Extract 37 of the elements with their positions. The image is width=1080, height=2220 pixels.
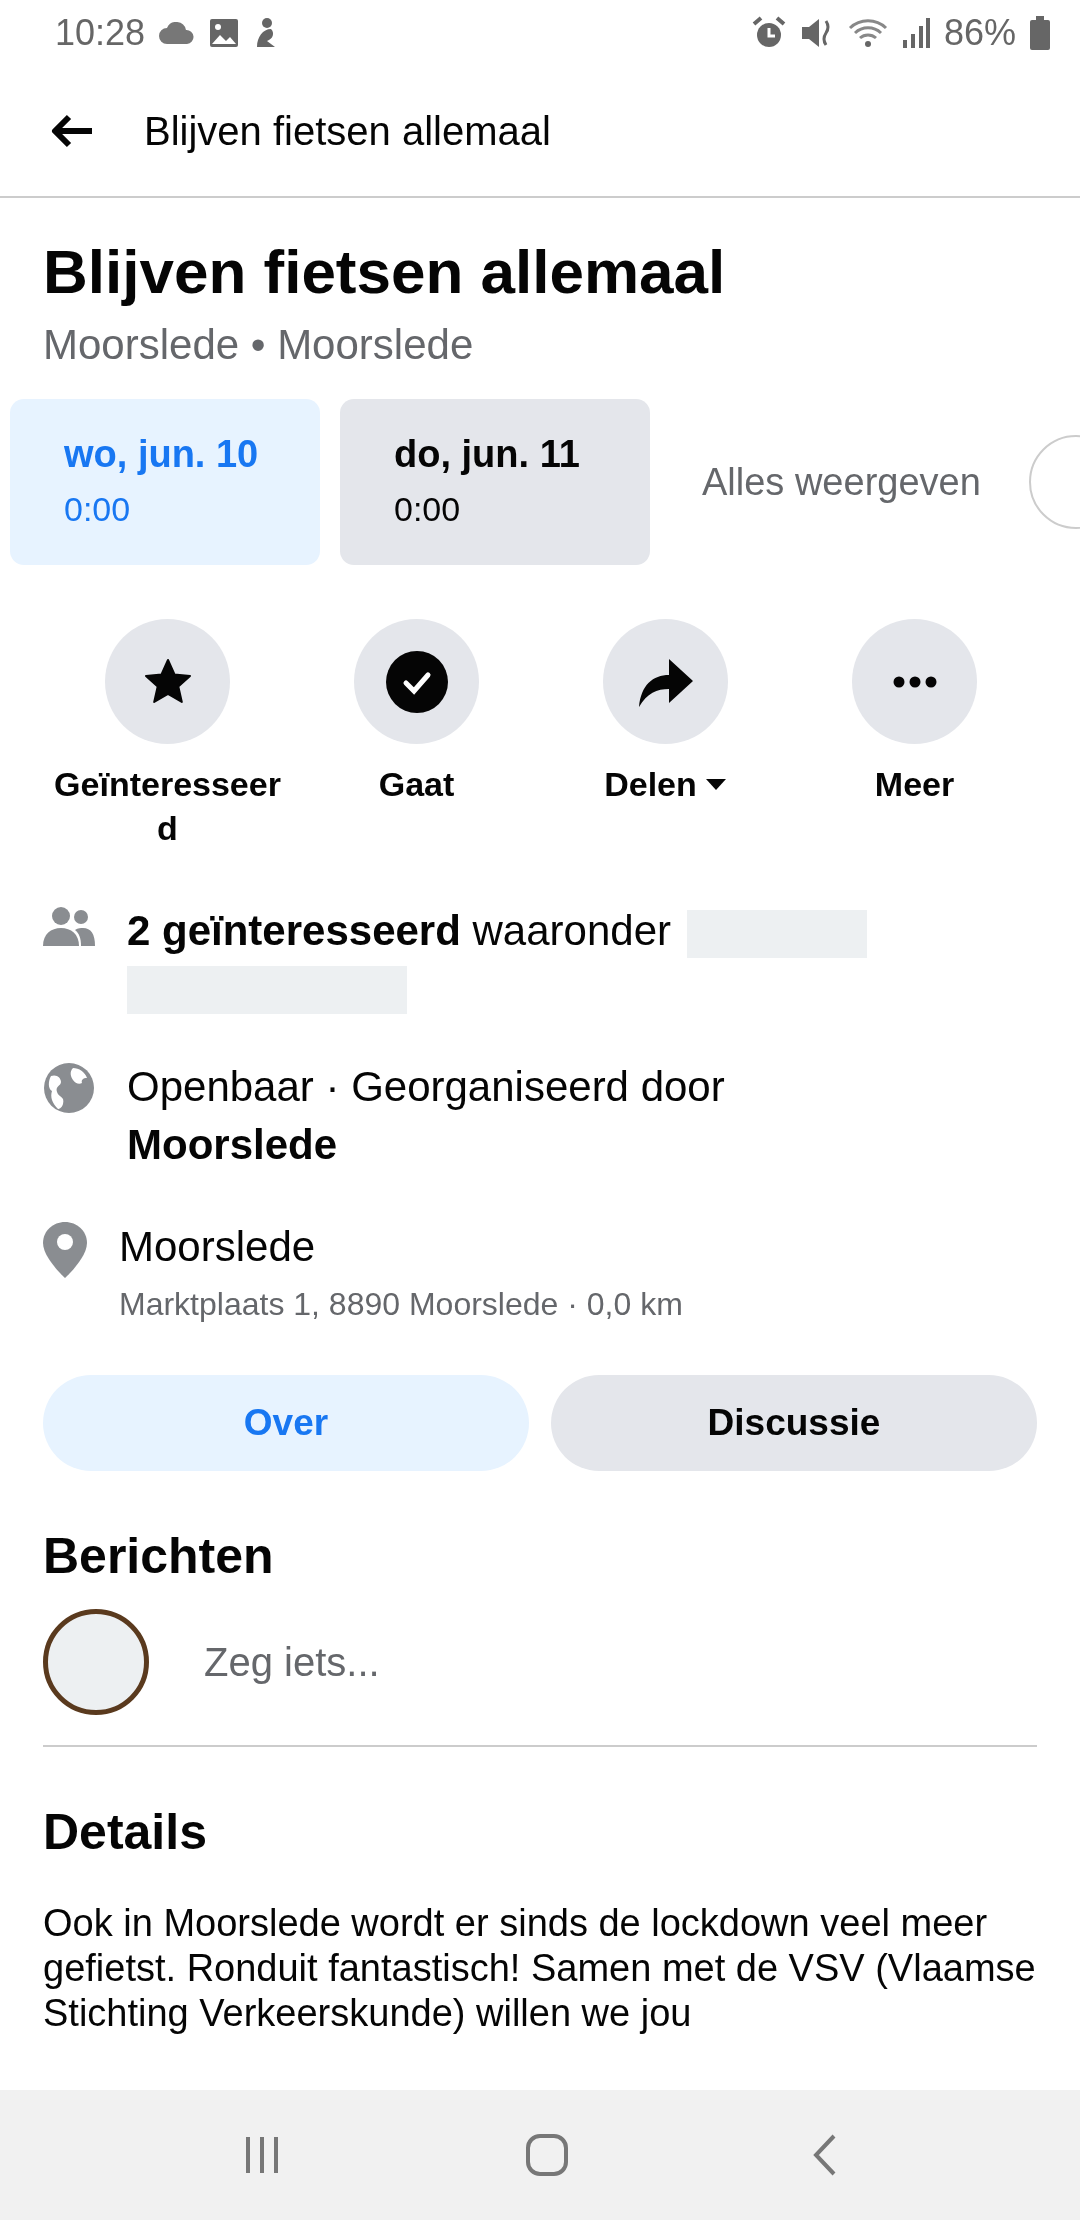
date-tab[interactable]: wo, jun. 10 0:00	[10, 399, 320, 565]
battery-percentage: 86%	[943, 12, 1016, 54]
cloud-icon	[159, 22, 196, 44]
show-all-link[interactable]: Alles weergeven	[702, 460, 981, 504]
check-circle-icon	[385, 650, 448, 713]
event-title: Blijven fietsen allemaal	[43, 236, 727, 307]
date-tab[interactable]: do, jun. 11 0:00	[340, 399, 650, 565]
info-text: 2 geïnteresseerd waaronder	[127, 907, 671, 954]
action-label: Delen	[604, 764, 697, 805]
people-icon	[43, 906, 95, 948]
wifi-icon	[847, 18, 888, 48]
event-location: Moorslede • Moorslede	[43, 321, 475, 369]
tab[interactable]: Discussie	[551, 1375, 1037, 1471]
event-description: Ook in Moorslede wordt er sinds de lockdown veel meer gefietst. Ronduit fantastisch! Samen met de VSV (Vlaamse Stichting Verkeerskunde) willen we jou	[43, 1901, 1037, 2036]
comment-input-field[interactable]: Zeg iets...	[204, 1639, 804, 1685]
info-text: Moorslede	[119, 1223, 316, 1270]
action-label: Meer	[874, 764, 955, 805]
home-icon[interactable]	[525, 2133, 569, 2177]
header-title: Blijven fietsen allemaal	[144, 108, 551, 154]
map-pin-icon	[43, 1222, 87, 1278]
back-arrow-icon[interactable]	[50, 114, 94, 148]
alarm-icon	[751, 16, 786, 50]
caret-icon[interactable]	[704, 777, 727, 791]
star-icon	[142, 657, 193, 706]
address-text: Marktplaats 1, 8890 Moorslede · 0,0 km	[119, 1286, 683, 1323]
signal-icon	[901, 18, 930, 48]
section-heading: Details	[43, 1803, 208, 1861]
more-icon	[892, 675, 937, 688]
status-time: 10:28	[55, 12, 146, 54]
action-label: Geïnteresseerd	[53, 764, 282, 849]
section-heading: Berichten	[43, 1527, 275, 1585]
globe-icon	[43, 1062, 95, 1114]
battery-icon	[1030, 16, 1050, 50]
action-label: Gaat	[378, 764, 455, 805]
info-text: Openbaar · Georganiseerd door Moorslede	[127, 1063, 725, 1168]
tab[interactable]: Over	[43, 1375, 529, 1471]
image-icon	[209, 18, 240, 48]
